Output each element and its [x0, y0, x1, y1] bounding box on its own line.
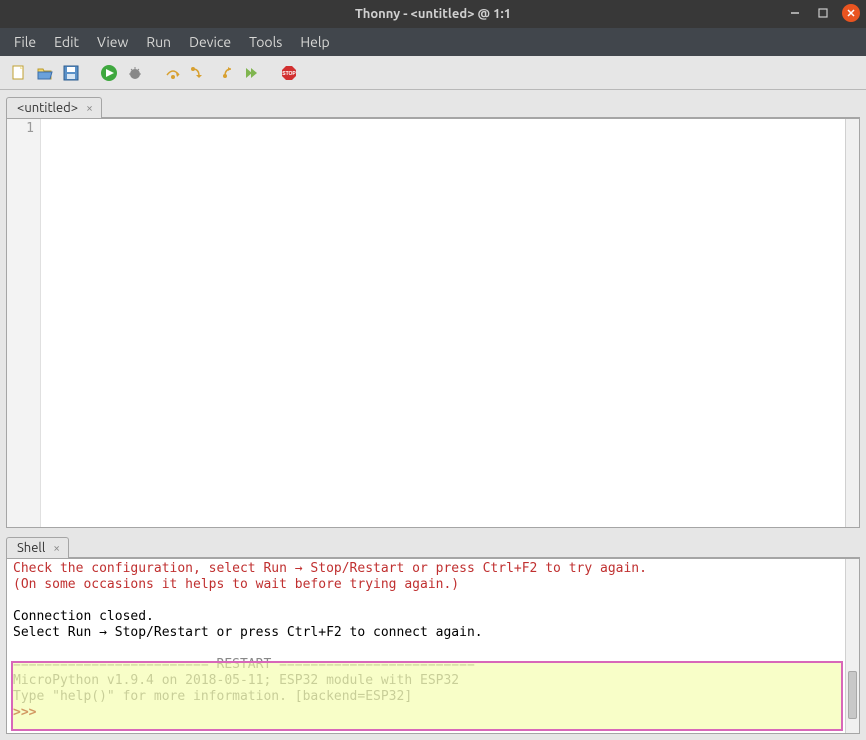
maximize-button[interactable]: [814, 4, 832, 22]
editor-panel: <untitled> × 1: [6, 94, 860, 528]
shell-micropython-line: MicroPython v1.9.4 on 2018-05-11; ESP32 …: [13, 673, 459, 688]
menu-tools[interactable]: Tools: [241, 31, 290, 53]
close-tab-icon[interactable]: ×: [86, 102, 93, 115]
shell-micropython-line: Type "help()" for more information. [bac…: [13, 689, 412, 704]
shell-error-line: (On some occasions it helps to wait befo…: [13, 577, 459, 592]
shell-error-line: Check the configuration, select Run → St…: [13, 561, 647, 576]
menu-device[interactable]: Device: [181, 31, 239, 53]
line-number: 1: [7, 121, 40, 136]
shell-body: Check the configuration, select Run → St…: [6, 558, 860, 734]
window-controls: [786, 4, 860, 22]
open-file-icon[interactable]: [34, 62, 56, 84]
debug-icon[interactable]: [124, 62, 146, 84]
shell-tab-label: Shell: [17, 541, 45, 555]
scrollbar-thumb[interactable]: [848, 671, 857, 719]
menubar: File Edit View Run Device Tools Help: [0, 28, 866, 56]
run-icon[interactable]: [98, 62, 120, 84]
shell-prompt: >>>: [13, 705, 44, 720]
editor-tab-untitled[interactable]: <untitled> ×: [6, 97, 102, 118]
new-file-icon[interactable]: [8, 62, 30, 84]
stop-icon[interactable]: STOP: [278, 62, 300, 84]
shell-tab[interactable]: Shell ×: [6, 537, 69, 558]
titlebar: Thonny - <untitled> @ 1:1: [0, 0, 866, 28]
menu-edit[interactable]: Edit: [46, 31, 87, 53]
code-editor[interactable]: [41, 119, 845, 527]
shell-scrollbar[interactable]: [845, 559, 859, 733]
menu-file[interactable]: File: [6, 31, 44, 53]
menu-help[interactable]: Help: [292, 31, 337, 53]
save-file-icon[interactable]: [60, 62, 82, 84]
resume-icon[interactable]: [240, 62, 262, 84]
close-shell-tab-icon[interactable]: ×: [53, 542, 60, 555]
shell-tabbar: Shell ×: [6, 534, 860, 558]
shell-restart-line: ========================= RESTART ======…: [13, 657, 475, 672]
editor-tab-label: <untitled>: [17, 101, 78, 115]
step-over-icon[interactable]: [162, 62, 184, 84]
toolbar: STOP: [0, 56, 866, 90]
editor-body: 1: [6, 118, 860, 528]
svg-text:STOP: STOP: [282, 71, 296, 77]
shell-output[interactable]: Check the configuration, select Run → St…: [7, 559, 845, 733]
line-gutter: 1: [7, 119, 41, 527]
menu-view[interactable]: View: [89, 31, 136, 53]
menu-run[interactable]: Run: [138, 31, 179, 53]
window-title: Thonny - <untitled> @ 1:1: [355, 7, 511, 21]
editor-tabbar: <untitled> ×: [6, 94, 860, 118]
close-button[interactable]: [842, 4, 860, 22]
step-into-icon[interactable]: [188, 62, 210, 84]
step-out-icon[interactable]: [214, 62, 236, 84]
content-area: <untitled> × 1 Shell × Check the configu…: [0, 90, 866, 740]
editor-scrollbar[interactable]: [845, 119, 859, 527]
shell-panel: Shell × Check the configuration, select …: [6, 534, 860, 734]
shell-text-line: Select Run → Stop/Restart or press Ctrl+…: [13, 625, 483, 640]
minimize-button[interactable]: [786, 4, 804, 22]
shell-text-line: Connection closed.: [13, 609, 154, 624]
